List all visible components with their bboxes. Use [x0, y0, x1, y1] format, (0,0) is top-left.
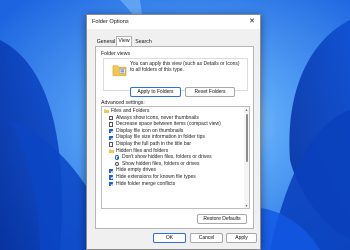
tab-view[interactable]: View — [116, 36, 132, 46]
scrollbar-thumb[interactable] — [245, 114, 248, 162]
tree-item-label: Decrease space between items (compact vi… — [116, 121, 221, 128]
apply-button[interactable]: Apply — [226, 233, 257, 243]
checkbox[interactable] — [109, 122, 114, 127]
tree-item-label: Display the full path in the title bar — [116, 141, 192, 147]
tree-item-label: Don't show hidden files, folders or driv… — [122, 154, 212, 161]
folder-icon — [104, 109, 109, 114]
tree-item-label: Hide folder merge conflicts — [116, 180, 176, 187]
folder-icon — [109, 149, 114, 153]
checkbox[interactable] — [109, 115, 114, 121]
folder-views-heading: Folder views — [101, 51, 131, 57]
tree-item-label: Display file size information in folder … — [116, 134, 205, 141]
advanced-settings-tree[interactable]: Files and Folders Always show icons, nev… — [101, 106, 250, 209]
checkbox[interactable] — [109, 175, 114, 180]
apply-to-folders-button[interactable]: Apply to Folders — [130, 87, 181, 97]
checkbox[interactable] — [109, 128, 114, 134]
close-icon[interactable]: ✕ — [249, 18, 255, 26]
tree-item-label: Hide extensions for known file types — [116, 174, 196, 180]
checkbox[interactable] — [109, 168, 114, 173]
cancel-button[interactable]: Cancel — [190, 233, 223, 243]
title-bar[interactable]: Folder Options ✕ — [87, 15, 260, 29]
tree-item-label: Display file icon on thumbnails — [116, 127, 184, 134]
checkbox[interactable] — [109, 135, 114, 140]
vertical-scrollbar[interactable]: ▴ ▾ — [244, 107, 249, 208]
tree-item-label: Hidden files and folders — [116, 147, 169, 154]
tab-search[interactable]: Search — [134, 38, 153, 46]
restore-defaults-button[interactable]: Restore Defaults — [197, 214, 247, 224]
checkbox[interactable] — [109, 142, 114, 147]
scroll-up-icon[interactable]: ▴ — [244, 107, 249, 112]
radio-button[interactable] — [115, 155, 120, 160]
folder-views-description: You can apply this view (such as Details… — [130, 61, 240, 73]
window-title: Folder Options — [92, 19, 129, 25]
ok-button[interactable]: OK — [153, 233, 186, 243]
scroll-down-icon[interactable]: ▾ — [244, 203, 249, 208]
reset-folders-button[interactable]: Reset Folders — [185, 87, 235, 97]
tree-item-label: Always show icons, never thumbnails — [116, 114, 199, 121]
tab-general[interactable]: General — [96, 38, 116, 46]
folder-icon — [112, 65, 127, 76]
tree-item-label: Files and Folders — [111, 108, 150, 114]
checkbox[interactable] — [109, 181, 114, 187]
radio-button[interactable] — [115, 161, 120, 167]
folder-options-dialog: Folder Options ✕ General View Search Fol… — [86, 14, 261, 250]
tree-item-label: Show hidden files, folders or drives — [122, 160, 200, 167]
view-tab-panel: Folder views You can apply this view (su… — [95, 46, 254, 229]
tree-item-label: Hide empty drives — [116, 167, 157, 174]
